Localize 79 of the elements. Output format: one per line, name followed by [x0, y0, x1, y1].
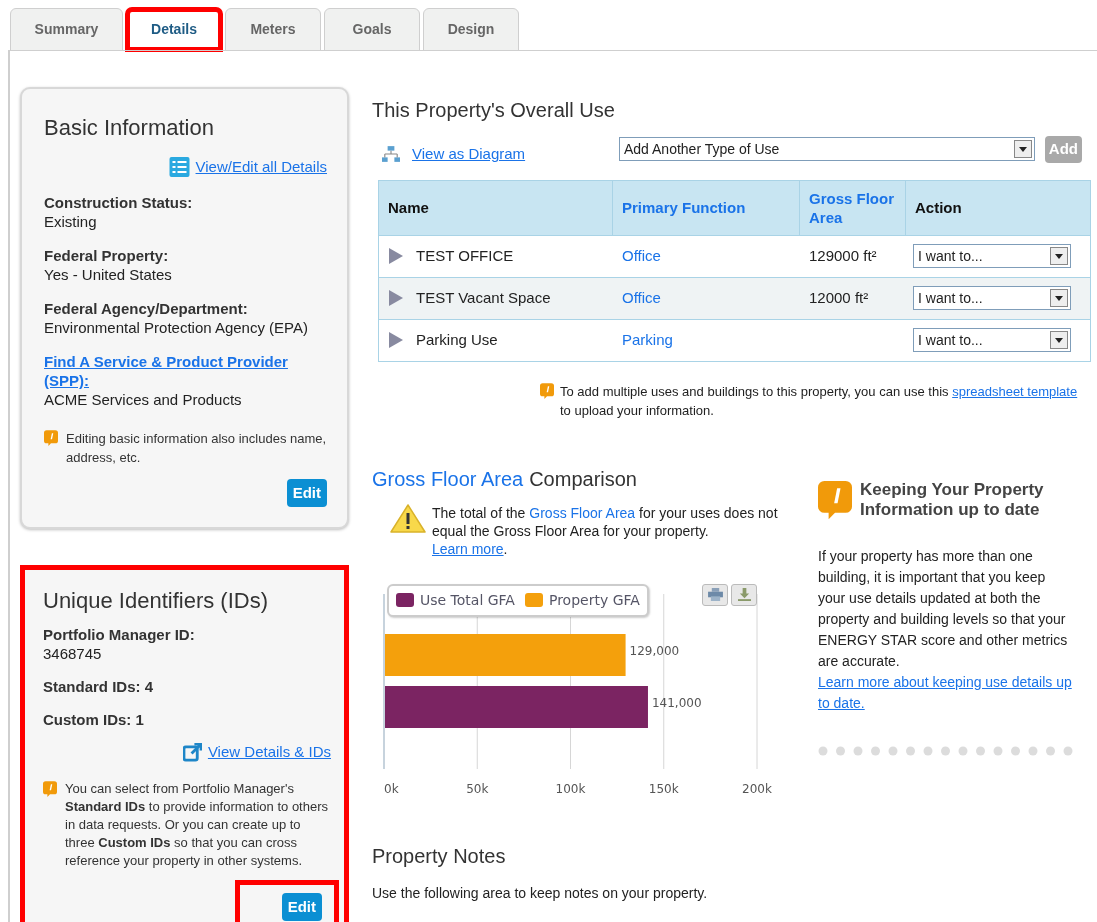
info-bubble-icon [44, 429, 58, 446]
field-value: Existing [44, 211, 98, 231]
axis-tick-label: 150k [648, 781, 679, 796]
card-title: Basic Information [44, 114, 215, 142]
column-header[interactable]: Primary Function [613, 180, 800, 235]
action-dropdown[interactable]: I want to... [913, 328, 1071, 352]
section-title: Property Notes [372, 843, 507, 869]
axis-tick-label: 100k [555, 781, 586, 796]
tab[interactable]: Goals [324, 8, 420, 51]
field-value: Environmental Protection Agency (EPA) [44, 317, 310, 337]
primary-function-link[interactable]: Parking [622, 330, 673, 348]
list-icon [168, 157, 190, 178]
axis-tick-label: 0k [384, 781, 399, 796]
field-value: ACME Services and Products [44, 389, 243, 409]
card-title: Unique Identifiers (IDs) [43, 587, 269, 615]
axis-tick-label: 50k [466, 781, 489, 796]
field-label: Portfolio Manager ID: [43, 625, 196, 644]
primary-function-link[interactable]: Office [622, 288, 661, 306]
note-text: Editing basic information also includes name, address, etc. [66, 429, 327, 467]
spreadsheet-template-link[interactable]: spreadsheet template [952, 383, 1078, 399]
tab[interactable]: Details [126, 8, 222, 51]
external-link-icon [182, 742, 202, 762]
diagram-icon [382, 146, 400, 163]
learn-more-link[interactable]: Learn more about keeping use details up to date. [818, 671, 1074, 714]
gross-floor-area-value: 129000 ft² [809, 246, 877, 264]
field-label: Federal Property: [44, 245, 170, 265]
id-count: Custom IDs: 1 [43, 710, 145, 729]
tab[interactable]: Meters [225, 8, 321, 51]
expand-arrow-icon[interactable] [388, 332, 404, 348]
field-label: Construction Status: [44, 192, 194, 212]
gross-floor-area-term-link[interactable]: Gross Floor Area [529, 504, 636, 521]
section-title: This Property's Overall Use [372, 98, 616, 123]
note-text: To add multiple uses and buildings to this property, you can use this spreadsheet template to upload your information. [560, 382, 1079, 420]
edit-button[interactable]: Edit [286, 478, 327, 507]
panel-title: Keeping Your Property Information up to date [860, 479, 1045, 520]
field-value: Yes - United States [44, 264, 173, 284]
data-label: 129,000 [629, 643, 680, 658]
warning-icon [390, 503, 426, 534]
view-details-ids-link[interactable]: View Details & IDs [207, 741, 331, 764]
notes-hint: Use the following area to keep notes on your property. [372, 883, 709, 903]
use-name: Parking Use [416, 329, 498, 350]
field-label: Federal Agency/Department: [44, 298, 249, 318]
download-button[interactable] [731, 583, 757, 606]
view-edit-details-link[interactable]: View/Edit all Details [195, 156, 327, 179]
gross-floor-area-value: 12000 ft² [809, 288, 869, 306]
legend-label: Property GFA [548, 590, 640, 610]
column-header: Action [914, 198, 963, 218]
view-as-diagram-link[interactable]: View as Diagram [412, 143, 526, 166]
id-count: Standard IDs: 4 [43, 677, 155, 696]
tab[interactable]: Summary [10, 8, 123, 51]
info-bubble-icon [818, 479, 852, 520]
data-label: 141,000 [651, 695, 702, 710]
use-name: TEST OFFICE [416, 245, 514, 266]
panel-text: If your property has more than one building, it is important that you keep your use details updated at both the property and building levels so that your ENERGY STAR score and other metrics are accurate. Learn more about keeping use details up to date. [818, 545, 1074, 714]
printer-icon [707, 588, 723, 601]
action-dropdown[interactable]: I want to... [913, 244, 1071, 268]
gross-floor-area-term-link[interactable]: Gross Floor Area [372, 463, 524, 494]
find-provider-link[interactable]: Find A Service & Product Provider (SPP): [44, 351, 327, 390]
warning-text: The total of the Gross Floor Area for your uses does not equal the Gross Floor Area for your property. Learn more. [432, 503, 779, 558]
note-text: You can select from Portfolio Manager's Standard IDs to provide information to others in data requests. Or you can create up to three Custom IDs so that you can cross reference your property in other systems. [65, 779, 329, 870]
expand-arrow-icon[interactable] [388, 290, 404, 306]
action-dropdown[interactable]: I want to... [913, 286, 1071, 310]
expand-arrow-icon[interactable] [388, 248, 404, 264]
field-value: 3468745 [43, 644, 103, 663]
edit-button[interactable]: Edit [281, 892, 322, 921]
column-header[interactable]: Gross Floor Area [800, 180, 906, 235]
section-title: Comparison [529, 466, 637, 492]
info-bubble-icon [540, 382, 554, 399]
legend-label: Use Total GFA [420, 590, 515, 610]
use-type-dropdown[interactable]: Add Another Type of Use [619, 137, 1035, 162]
download-icon [736, 588, 752, 601]
info-bubble-icon [43, 780, 57, 797]
axis-tick-label: 200k [742, 781, 772, 796]
use-name: TEST Vacant Space [416, 287, 551, 308]
primary-function-link[interactable]: Office [622, 246, 661, 264]
learn-more-link[interactable]: Learn more [432, 540, 504, 557]
print-button[interactable] [702, 583, 728, 606]
column-header: Name [379, 180, 613, 235]
tab[interactable]: Design [423, 8, 519, 51]
